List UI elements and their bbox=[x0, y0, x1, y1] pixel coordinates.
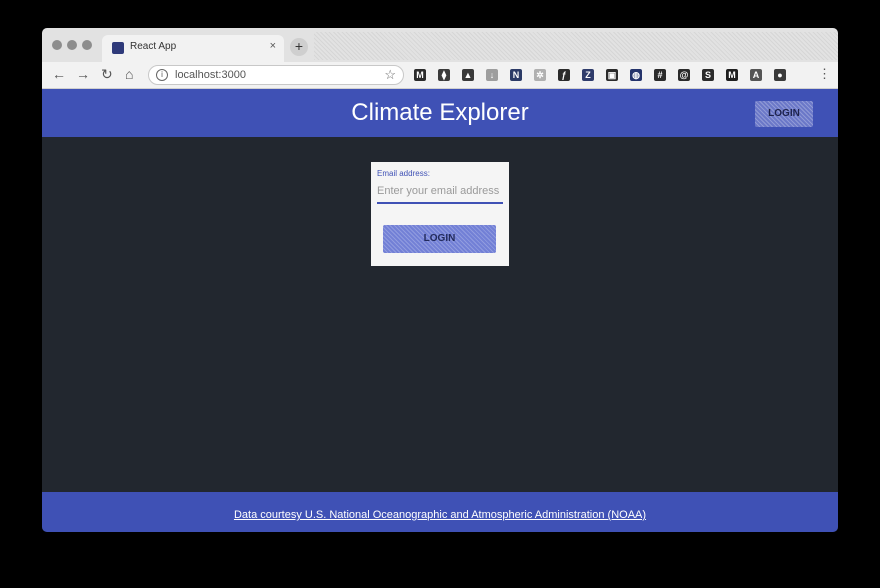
gear-ext-icon[interactable]: ✲ bbox=[534, 69, 546, 81]
login-button[interactable]: LOGIN bbox=[383, 225, 496, 253]
drive-ext-icon[interactable]: ▲ bbox=[462, 69, 474, 81]
reload-icon[interactable]: ↻ bbox=[101, 66, 113, 82]
globe-ext-icon[interactable]: ◍ bbox=[630, 69, 642, 81]
hash-ext-icon[interactable]: # bbox=[654, 69, 666, 81]
app-title: Climate Explorer bbox=[351, 99, 529, 126]
noaa-credit-link[interactable]: Data courtesy U.S. National Oceanographi… bbox=[42, 509, 838, 521]
tab-strip: React App × + bbox=[42, 28, 838, 62]
main-content: Email address: LOGIN bbox=[42, 137, 838, 492]
screenshot-ext-icon[interactable]: ▣ bbox=[606, 69, 618, 81]
browser-menu-icon[interactable]: ⋮ bbox=[818, 66, 831, 82]
app-bar: Climate Explorer LOGIN bbox=[42, 89, 838, 137]
m-ext-icon[interactable]: M bbox=[726, 69, 738, 81]
tab-title: React App bbox=[130, 41, 177, 52]
forward-icon[interactable]: → bbox=[76, 66, 90, 82]
footer: Data courtesy U.S. National Oceanographi… bbox=[42, 492, 838, 532]
login-card: Email address: LOGIN bbox=[371, 162, 509, 266]
email-field[interactable] bbox=[377, 180, 503, 204]
info-icon[interactable]: i bbox=[156, 69, 168, 81]
maximize-window-button[interactable] bbox=[82, 40, 92, 50]
browser-window: React App × + ← → ↻ ⌂ i localhost:3000 ☆… bbox=[42, 28, 838, 532]
address-bar[interactable]: i localhost:3000 ☆ bbox=[148, 65, 404, 85]
a-ext-icon[interactable]: A bbox=[750, 69, 762, 81]
email-label: Email address: bbox=[377, 169, 430, 178]
zotero-ext-icon[interactable]: Z bbox=[582, 69, 594, 81]
browser-toolbar: ← → ↻ ⌂ i localhost:3000 ☆ M ⧫ ▲ ↓ N ✲ ƒ Z ▣ ◍ # @ S… bbox=[42, 62, 838, 89]
gmail-ext-icon[interactable]: M bbox=[414, 69, 426, 81]
download-ext-icon[interactable]: ↓ bbox=[486, 69, 498, 81]
new-tab-button[interactable]: + bbox=[290, 38, 308, 56]
header-login-button[interactable]: LOGIN bbox=[755, 101, 813, 127]
tab-close-icon[interactable]: × bbox=[270, 40, 276, 52]
back-icon[interactable]: ← bbox=[52, 66, 66, 82]
url-text[interactable]: localhost:3000 bbox=[175, 69, 246, 81]
tab-strip-background bbox=[314, 32, 838, 60]
formula-ext-icon[interactable]: ƒ bbox=[558, 69, 570, 81]
minimize-window-button[interactable] bbox=[67, 40, 77, 50]
close-window-button[interactable] bbox=[52, 40, 62, 50]
profile-avatar-icon[interactable]: ● bbox=[774, 69, 786, 81]
s-ext-icon[interactable]: S bbox=[702, 69, 714, 81]
at-ext-icon[interactable]: @ bbox=[678, 69, 690, 81]
browser-tab[interactable]: React App × bbox=[102, 35, 284, 62]
onenote-ext-icon[interactable]: N bbox=[510, 69, 522, 81]
home-icon[interactable]: ⌂ bbox=[125, 66, 133, 82]
react-favicon-icon bbox=[112, 42, 124, 54]
bookmark-star-icon[interactable]: ☆ bbox=[384, 67, 396, 83]
pocket-ext-icon[interactable]: ⧫ bbox=[438, 69, 450, 81]
